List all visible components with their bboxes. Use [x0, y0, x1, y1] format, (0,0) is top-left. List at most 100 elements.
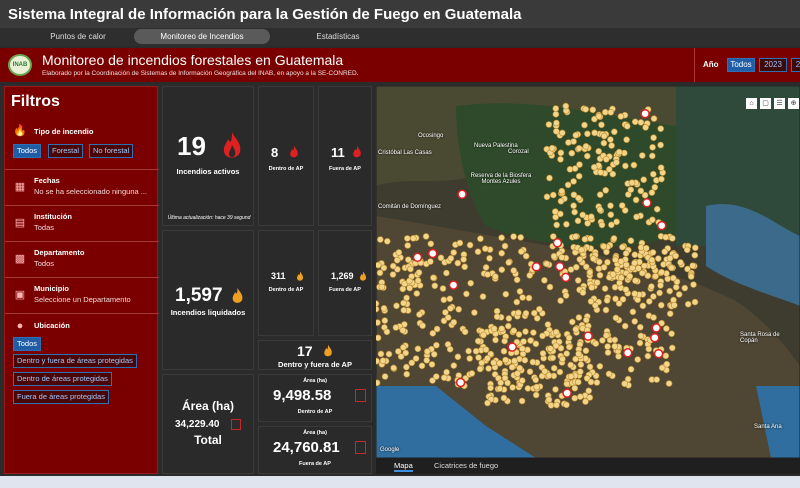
fire-point[interactable]	[526, 272, 533, 279]
fire-point[interactable]	[487, 384, 494, 392]
fire-point[interactable]	[501, 242, 509, 250]
fire-point[interactable]	[596, 206, 604, 213]
fire-point[interactable]	[406, 284, 413, 292]
fire-point[interactable]	[482, 245, 489, 252]
fire-point[interactable]	[376, 305, 380, 313]
active-fire-marker[interactable]	[531, 262, 542, 272]
fire-point[interactable]	[612, 314, 620, 322]
fire-point[interactable]	[596, 258, 603, 266]
fire-point[interactable]	[553, 119, 560, 127]
fire-point[interactable]	[474, 248, 482, 255]
fire-point[interactable]	[413, 290, 421, 297]
fire-point[interactable]	[649, 216, 656, 224]
fire-point[interactable]	[543, 193, 551, 201]
active-fire-marker[interactable]	[642, 198, 652, 208]
fire-point[interactable]	[657, 164, 665, 171]
fire-point[interactable]	[669, 235, 676, 242]
fire-point[interactable]	[568, 149, 576, 157]
fire-point[interactable]	[658, 175, 665, 183]
tab-estadisticas[interactable]: Estadísticas	[278, 29, 398, 44]
fire-point[interactable]	[610, 235, 618, 242]
fire-point[interactable]	[602, 187, 609, 194]
fire-point[interactable]	[570, 191, 578, 199]
fire-point[interactable]	[376, 269, 384, 277]
fire-point[interactable]	[668, 264, 675, 272]
fire-point[interactable]	[484, 271, 491, 278]
fire-point[interactable]	[492, 273, 499, 280]
fire-point[interactable]	[563, 401, 570, 409]
fire-point[interactable]	[400, 299, 407, 307]
fire-point[interactable]	[604, 343, 611, 350]
fire-point[interactable]	[558, 254, 566, 261]
fire-point[interactable]	[581, 235, 589, 243]
fire-point[interactable]	[536, 305, 543, 313]
fire-point[interactable]	[582, 105, 589, 113]
fire-point[interactable]	[514, 370, 521, 377]
fire-point[interactable]	[628, 179, 636, 186]
fire-point[interactable]	[586, 394, 594, 401]
fire-point[interactable]	[501, 337, 508, 345]
fire-point[interactable]	[547, 401, 555, 409]
fire-point[interactable]	[466, 241, 474, 249]
fire-point[interactable]	[645, 345, 653, 353]
fire-point[interactable]	[465, 347, 472, 355]
fire-point[interactable]	[484, 399, 491, 407]
fire-point[interactable]	[553, 401, 560, 409]
fire-point[interactable]	[661, 248, 669, 255]
fire-point[interactable]	[460, 256, 467, 263]
fire-point[interactable]	[541, 277, 548, 284]
fire-point[interactable]	[623, 136, 630, 144]
fire-point[interactable]	[552, 386, 559, 393]
fire-point[interactable]	[450, 319, 458, 326]
fire-point[interactable]	[517, 234, 524, 241]
fire-point[interactable]	[571, 394, 578, 402]
fire-point[interactable]	[603, 156, 610, 163]
fire-point[interactable]	[649, 143, 656, 151]
fire-point[interactable]	[550, 191, 557, 199]
fire-point[interactable]	[482, 264, 490, 271]
fire-point[interactable]	[559, 355, 566, 363]
fire-point[interactable]	[476, 365, 484, 373]
fire-point[interactable]	[516, 288, 524, 295]
fire-point[interactable]	[498, 249, 505, 257]
fire-point[interactable]	[672, 252, 680, 260]
fire-point[interactable]	[485, 365, 492, 372]
fire-point[interactable]	[427, 240, 435, 248]
fire-point[interactable]	[636, 323, 644, 331]
fire-point[interactable]	[505, 259, 512, 266]
fire-point[interactable]	[447, 305, 454, 312]
fire-point[interactable]	[579, 289, 587, 296]
active-fire-marker[interactable]	[455, 377, 466, 388]
fire-point[interactable]	[557, 297, 564, 304]
fire-point[interactable]	[662, 352, 670, 360]
fire-point[interactable]	[500, 394, 508, 402]
fire-point[interactable]	[497, 379, 504, 387]
year-option-todos[interactable]: Todos	[727, 58, 755, 72]
fire-point[interactable]	[572, 233, 579, 240]
fire-point[interactable]	[666, 310, 674, 317]
fire-point[interactable]	[549, 354, 557, 362]
fire-point[interactable]	[446, 295, 454, 303]
fire-point[interactable]	[642, 244, 650, 252]
fire-point[interactable]	[500, 347, 508, 355]
fire-point[interactable]	[400, 306, 408, 314]
fire-point[interactable]	[556, 368, 564, 376]
fire-point[interactable]	[543, 260, 550, 268]
fire-point[interactable]	[648, 283, 655, 290]
fire-point[interactable]	[631, 290, 639, 297]
fire-point[interactable]	[645, 298, 653, 305]
fire-point[interactable]	[663, 325, 670, 332]
fire-point[interactable]	[504, 379, 511, 387]
fire-point[interactable]	[407, 265, 414, 273]
fire-point[interactable]	[575, 350, 582, 358]
fire-point[interactable]	[447, 255, 455, 262]
fire-point[interactable]	[644, 272, 652, 279]
fire-point[interactable]	[454, 259, 462, 267]
fire-point[interactable]	[578, 246, 585, 254]
fire-point[interactable]	[579, 211, 586, 219]
fire-point[interactable]	[455, 306, 462, 313]
fire-point[interactable]	[450, 249, 457, 256]
fire-point[interactable]	[409, 235, 417, 242]
fire-point[interactable]	[562, 102, 570, 110]
tab-puntos-de-calor[interactable]: Puntos de calor	[18, 29, 138, 44]
